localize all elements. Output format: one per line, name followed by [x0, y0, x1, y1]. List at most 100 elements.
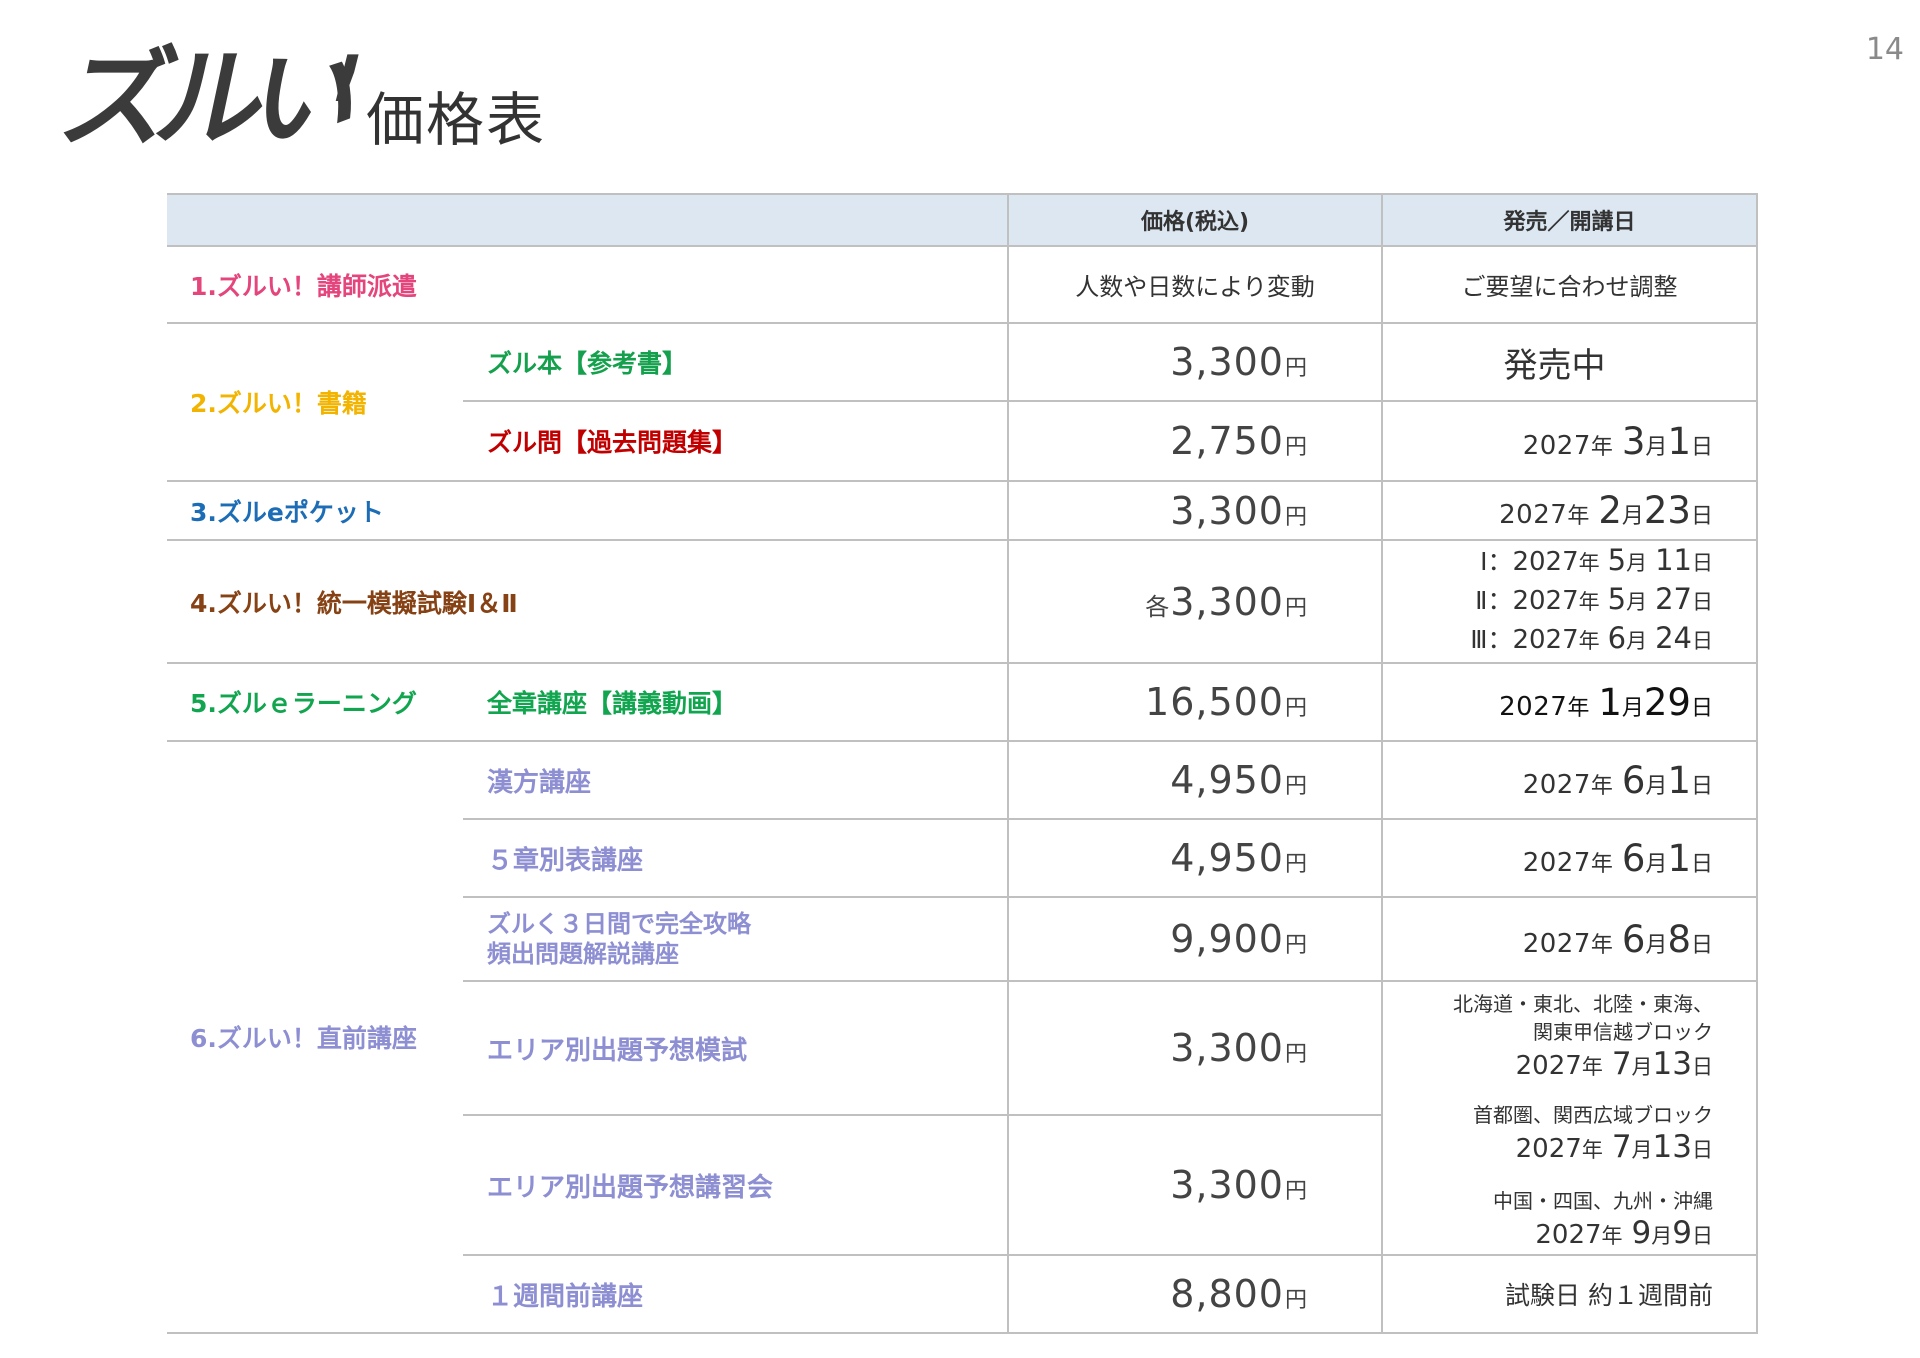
- date-day: 1: [1667, 419, 1691, 463]
- price-value: 3,300: [1170, 340, 1284, 384]
- price-cell: 3,300円: [1007, 481, 1382, 541]
- date-note: 試験日 約１週間前: [1381, 1255, 1758, 1334]
- region-line: 関東甲信越ブロック: [1533, 1020, 1713, 1044]
- date-note: ご要望に合わせ調整: [1381, 246, 1758, 324]
- year-unit: 年: [1581, 1138, 1603, 1162]
- date-month: 5: [1607, 543, 1627, 577]
- row-label-lecturer-dispatch: 1.ズルい！講師派遣: [167, 246, 1008, 324]
- day-unit: 日: [1690, 504, 1713, 529]
- yen-unit: 円: [1284, 504, 1307, 530]
- month-unit: 月: [1645, 851, 1668, 877]
- price-value: 2,750: [1170, 419, 1284, 463]
- table-row: 4.ズルい！統一模擬試験Ⅰ＆Ⅱ 各3,300円 Ⅰ：2027年 5月 11日 Ⅱ：2…: [167, 540, 1758, 664]
- table-header-row: 価格(税込) 発売／開講日: [167, 193, 1758, 247]
- exam-date-line: Ⅲ：2027年 6月 24日: [1384, 621, 1713, 660]
- date-month: 2: [1598, 489, 1622, 532]
- year-unit: 年: [1578, 551, 1600, 575]
- month-unit: 月: [1645, 932, 1668, 958]
- date-day: 1: [1667, 758, 1691, 802]
- day-unit: 日: [1690, 695, 1713, 721]
- date-year: 2027: [1512, 625, 1579, 655]
- logo-text: ズルい: [51, 37, 361, 162]
- yen-unit: 円: [1284, 696, 1307, 721]
- date-cell: 2027年 6月1日: [1381, 741, 1758, 820]
- date-cell: 2027年 3月1日: [1381, 401, 1758, 482]
- page-number: 14: [1865, 32, 1904, 67]
- date-day: 24: [1655, 621, 1692, 655]
- date-year: 2027: [1515, 1134, 1582, 1164]
- date-cell: 2027年 1月29日: [1381, 663, 1758, 742]
- price-value: 3,300: [1170, 488, 1284, 533]
- month-unit: 月: [1651, 1224, 1673, 1248]
- price-cell: 3,300円: [1007, 981, 1382, 1116]
- area-schedule-cell: 北海道・東北、北陸・東海、 関東甲信越ブロック 2027年 7月13日 首都圏、関…: [1381, 981, 1758, 1256]
- date-year: 2027: [1512, 586, 1579, 616]
- header-release-date: 発売／開講日: [1381, 193, 1758, 247]
- row-label-final-lectures: 6.ズルい！直前講座: [167, 741, 463, 1334]
- date-year: 2027: [1499, 500, 1568, 530]
- item-name-line: ズルく３日間で完全攻略: [487, 910, 751, 938]
- day-unit: 日: [1690, 773, 1713, 799]
- date-month: 3: [1621, 419, 1646, 463]
- date-month: 7: [1611, 1129, 1632, 1165]
- row-label-books: 2.ズルい！書籍: [167, 323, 463, 482]
- exam-number: Ⅱ：: [1475, 586, 1513, 615]
- price-cell: 16,500円: [1007, 663, 1382, 742]
- price-prefix: 各: [1145, 592, 1170, 621]
- date-month: 5: [1607, 582, 1627, 616]
- item-name: ズル本【参考書】: [463, 323, 1008, 402]
- month-unit: 月: [1626, 551, 1648, 575]
- yen-unit: 円: [1284, 595, 1307, 621]
- release-status: 発売中: [1381, 323, 1758, 402]
- item-name: １週間前講座: [463, 1255, 1008, 1334]
- date-year: 2027: [1522, 847, 1591, 878]
- month-unit: 月: [1631, 1138, 1653, 1162]
- year-unit: 年: [1578, 590, 1600, 614]
- date-year: 2027: [1522, 430, 1591, 461]
- date-year: 2027: [1535, 1220, 1602, 1250]
- table-row: 3.ズルeポケット 3,300円 2027年 2月23日: [167, 481, 1758, 541]
- date-month: 6: [1607, 621, 1627, 655]
- date-year: 2027: [1515, 1051, 1582, 1081]
- price-cell: 2,750円: [1007, 401, 1382, 482]
- item-name-multiline: ズルく３日間で完全攻略 頻出問題解説講座: [463, 897, 1008, 982]
- date-day: 27: [1655, 582, 1692, 616]
- month-unit: 月: [1631, 1055, 1653, 1079]
- year-unit: 年: [1590, 773, 1613, 799]
- price-cell: 3,300円: [1007, 323, 1382, 402]
- month-unit: 月: [1645, 434, 1668, 460]
- day-unit: 日: [1692, 1138, 1713, 1162]
- date-day: 1: [1667, 836, 1691, 880]
- day-unit: 日: [1690, 932, 1713, 958]
- table-row: 2.ズルい！書籍 ズル本【参考書】 3,300円 発売中: [167, 323, 1758, 482]
- region-line: 北海道・東北、北陸・東海、: [1453, 992, 1713, 1016]
- price-value: 4,950: [1170, 758, 1284, 802]
- header-item-cell: [167, 193, 1008, 247]
- date-month: 1: [1598, 680, 1622, 724]
- row-label-e-pocket: 3.ズルeポケット: [167, 481, 1008, 541]
- price-cell: 4,950円: [1007, 819, 1382, 898]
- price-value: 16,500: [1145, 680, 1284, 724]
- date-year: 2027: [1522, 769, 1591, 800]
- item-name: エリア別出題予想模試: [463, 981, 1008, 1116]
- region-date: 2027年 7月13日: [1516, 1044, 1713, 1089]
- month-unit: 月: [1621, 504, 1644, 529]
- item-name-line: 頻出問題解説講座: [487, 940, 679, 968]
- item-name: エリア別出題予想講習会: [463, 1115, 1008, 1256]
- yen-unit: 円: [1284, 774, 1307, 799]
- year-unit: 年: [1601, 1224, 1623, 1248]
- exam-number: Ⅲ：: [1470, 625, 1513, 654]
- price-value: 8,800: [1170, 1272, 1284, 1316]
- yen-unit: 円: [1284, 1179, 1307, 1204]
- price-note: 人数や日数により変動: [1007, 246, 1382, 324]
- date-day: 29: [1643, 680, 1691, 724]
- date-cell: 2027年 6月1日: [1381, 819, 1758, 898]
- date-cell: 2027年 6月8日: [1381, 897, 1758, 982]
- date-year: 2027: [1499, 691, 1568, 722]
- price-value: 4,950: [1170, 836, 1284, 880]
- date-month: 6: [1621, 836, 1646, 880]
- yen-unit: 円: [1284, 356, 1307, 381]
- day-unit: 日: [1692, 1055, 1713, 1079]
- month-unit: 月: [1621, 695, 1644, 721]
- date-cell: 2027年 2月23日: [1381, 481, 1758, 541]
